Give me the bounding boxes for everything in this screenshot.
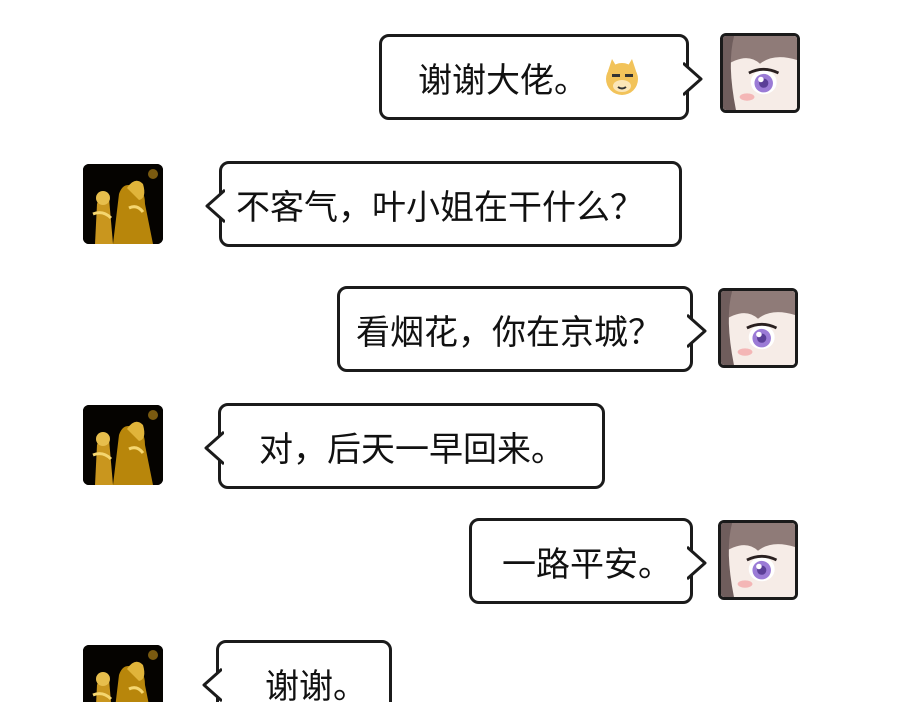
- chat-bubble-left: 对，后天一早回来。: [204, 403, 605, 489]
- chat-bubble-right: 看烟花，你在京城？: [337, 286, 707, 372]
- message-text: 看烟花，你在京城？: [356, 312, 662, 353]
- chat-bubble-right: 谢谢大佬。: [379, 34, 703, 120]
- gold-statue-icon: [83, 645, 163, 702]
- message-text: 谢谢大佬。: [418, 60, 588, 101]
- bubble-tail: [204, 430, 224, 466]
- girl-portrait-icon: [721, 291, 795, 365]
- bubble-tail: [202, 667, 222, 702]
- girl-avatar[interactable]: [720, 33, 800, 113]
- message-row-1: 谢谢大佬。: [0, 30, 900, 120]
- bubble-tail: [687, 313, 707, 349]
- message-row-3: 看烟花，你在京城？: [0, 283, 900, 373]
- bubble-tail: [687, 545, 707, 581]
- girl-portrait-icon: [723, 36, 797, 110]
- message-row-5: 一路平安。: [0, 515, 900, 605]
- message-text: 谢谢。: [265, 666, 367, 702]
- message-text: 不客气，叶小姐在干什么？: [236, 187, 644, 228]
- message-row-2: 不客气，叶小姐在干什么？: [0, 160, 900, 250]
- gold-statue-avatar[interactable]: [83, 405, 163, 485]
- gold-statue-icon: [83, 405, 163, 485]
- girl-avatar[interactable]: [718, 520, 798, 600]
- message-row-6: 谢谢。: [0, 640, 900, 702]
- message-text: 一路平安。: [502, 544, 672, 585]
- gold-statue-icon: [83, 164, 163, 244]
- chat-bubble-right: 一路平安。: [469, 518, 707, 604]
- gold-statue-avatar[interactable]: [83, 164, 163, 244]
- chat-bubble-left: 不客气，叶小姐在干什么？: [205, 161, 682, 247]
- girl-portrait-icon: [721, 523, 795, 597]
- bubble-tail: [205, 188, 225, 224]
- message-row-4: 对，后天一早回来。: [0, 402, 900, 492]
- girl-avatar[interactable]: [718, 288, 798, 368]
- bubble-tail: [683, 61, 703, 97]
- message-text: 对，后天一早回来。: [259, 429, 565, 470]
- gold-statue-avatar[interactable]: [83, 645, 163, 702]
- doge-emoji-icon: [606, 59, 638, 95]
- chat-bubble-left: 谢谢。: [202, 640, 392, 702]
